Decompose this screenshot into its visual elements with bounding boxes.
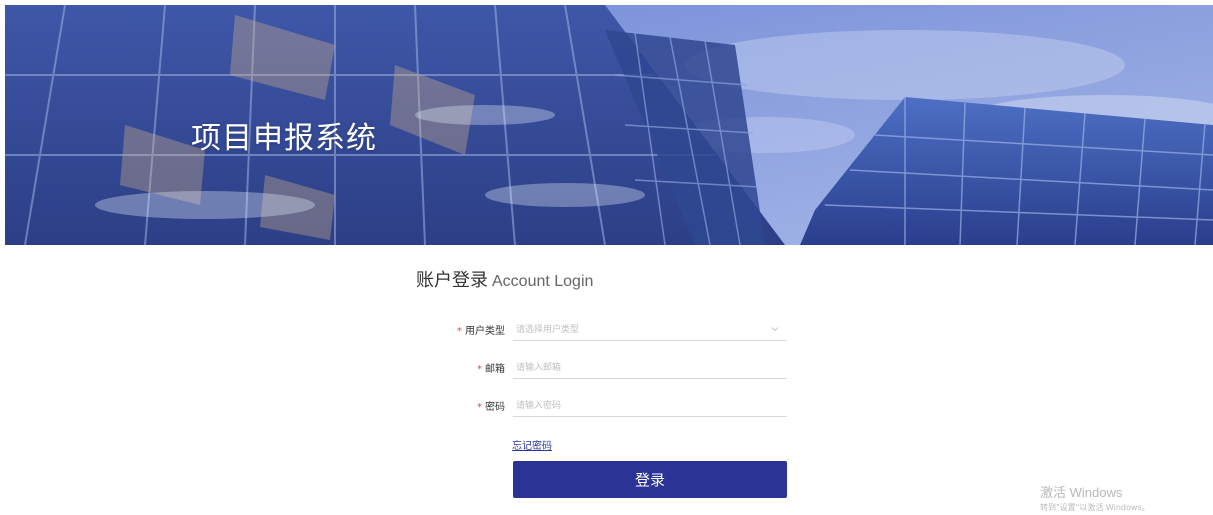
windows-activation-watermark: 激活 Windows 转到"设置"以激活 Windows。 (1040, 482, 1150, 513)
watermark-line2: 转到"设置"以激活 Windows。 (1040, 503, 1150, 512)
header-banner: 项目申报系统 (5, 5, 1213, 245)
system-title: 项目申报系统 (191, 121, 377, 156)
required-mark: * (477, 402, 482, 413)
forgot-password-link[interactable]: 忘记密码 (512, 437, 552, 452)
login-heading: 账户登录 Account Login (416, 266, 593, 292)
email-row: * 邮箱 (430, 357, 787, 379)
email-label: * 邮箱 (477, 360, 505, 375)
password-field[interactable] (513, 395, 787, 417)
user-type-label: * 用户类型 (457, 322, 505, 337)
login-page: 项目申报系统 账户登录 Account Login *用户类型 *邮箱 *密码 … (0, 0, 1213, 515)
user-type-row: * 用户类型 (430, 319, 787, 341)
user-type-select[interactable] (513, 319, 787, 341)
user-type-label-text: 用户类型 (465, 326, 505, 337)
banner-building-image (5, 5, 1213, 245)
watermark-line1: 激活 Windows (1040, 485, 1123, 500)
password-row: * 密码 (430, 395, 787, 417)
login-button[interactable]: 登录 (513, 461, 787, 498)
login-heading-en: Account Login (492, 273, 594, 290)
login-heading-zh: 账户登录 (416, 270, 488, 291)
password-label: * 密码 (477, 398, 505, 413)
password-label-text: 密码 (485, 402, 505, 413)
required-mark: * (477, 364, 482, 375)
required-mark: * (457, 326, 462, 337)
chevron-down-icon[interactable] (770, 324, 780, 334)
email-label-text: 邮箱 (485, 364, 505, 375)
email-field[interactable] (513, 357, 787, 379)
